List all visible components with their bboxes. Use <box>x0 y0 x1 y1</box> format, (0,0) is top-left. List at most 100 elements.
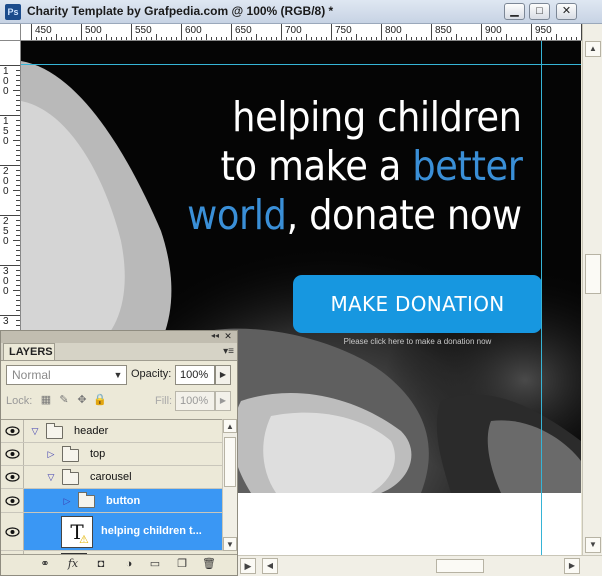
expand-triangle-icon[interactable]: ▽ <box>45 471 57 483</box>
scroll-down-button[interactable]: ▼ <box>223 537 237 551</box>
layers-footer-toolbar: ⚭ fx ◘ ◑ ▭ ❐ 🗑 <box>1 554 237 572</box>
visibility-toggle[interactable] <box>1 489 24 512</box>
scroll-up-button[interactable]: ▲ <box>585 41 601 57</box>
donation-subtext: Please click here to make a donation now <box>343 337 492 346</box>
scroll-left-button[interactable]: ◀ <box>262 558 278 574</box>
minimize-button[interactable]: ▁ <box>504 3 525 20</box>
headline-text: , donate now <box>286 191 523 239</box>
headline-accent-text: better <box>411 142 523 190</box>
visibility-toggle[interactable] <box>1 443 24 465</box>
fill-slider-button[interactable]: ▶ <box>215 391 231 411</box>
scroll-up-button[interactable]: ▲ <box>223 419 237 433</box>
adjustment-icon[interactable]: ◑ <box>121 557 137 571</box>
make-donation-button[interactable]: MAKE DONATION <box>293 275 542 333</box>
layer-row[interactable]: ▷ top <box>1 443 222 466</box>
opacity-slider-button[interactable]: ▶ <box>215 365 231 385</box>
vertical-ruler[interactable]: 100 150 200 250 300 3 <box>0 41 21 330</box>
ruler-label: 850 <box>435 25 452 36</box>
fx-icon[interactable]: fx <box>65 557 81 571</box>
ruler-label: 550 <box>135 25 152 36</box>
ruler-label: 950 <box>535 25 552 36</box>
lock-position-icon[interactable]: ✥ <box>75 393 89 407</box>
close-panel-button[interactable]: ✕ <box>222 331 234 342</box>
visibility-toggle[interactable] <box>1 420 24 442</box>
eye-icon <box>5 527 20 537</box>
ruler-label: 800 <box>385 25 402 36</box>
headline-text: to make a <box>220 142 412 190</box>
lock-transparency-icon[interactable]: ▦ <box>39 393 53 407</box>
ruler-label: 100 <box>3 66 9 97</box>
layer-list[interactable]: ▽ header ▷ top ▽ carousel ▷ button T ⚠ h… <box>1 419 222 557</box>
headline-accent-text: world <box>187 191 288 239</box>
blend-mode-value: Normal <box>12 368 51 382</box>
layer-list-scrollbar[interactable]: ▲ ▼ <box>222 419 237 551</box>
expand-triangle-icon[interactable]: ▽ <box>29 425 41 437</box>
collapse-panel-icon[interactable]: ◂◂ <box>211 331 219 340</box>
ruler-label: 650 <box>235 25 252 36</box>
headline-line-2: to make a better <box>220 142 522 190</box>
scroll-thumb[interactable] <box>436 559 484 573</box>
folder-icon[interactable]: ▭ <box>147 557 163 571</box>
layer-name: button <box>106 495 141 507</box>
folder-icon <box>46 423 63 439</box>
horizontal-ruler[interactable]: 450 500 550 600 650 700 750 800 850 900 … <box>21 24 583 41</box>
play-button[interactable]: ▶ <box>240 558 256 574</box>
layer-row[interactable]: ▽ carousel <box>1 466 222 489</box>
headline-line-3: world, donate now <box>187 191 523 239</box>
layer-name: header <box>74 425 109 437</box>
scroll-right-button[interactable]: ▶ <box>564 558 580 574</box>
layer-name: top <box>90 448 106 460</box>
horizontal-guide[interactable] <box>21 64 581 65</box>
ruler-origin[interactable] <box>0 24 21 41</box>
layers-panel: ◂◂ ✕ LAYERS ▾≡ Normal ▼ Opacity: 100% ▶ … <box>0 330 238 576</box>
panel-menu-icon[interactable]: ▾≡ <box>223 346 234 357</box>
document-title: Charity Template by Grafpedia.com @ 100%… <box>27 4 334 18</box>
scroll-thumb[interactable] <box>585 254 601 294</box>
fill-label: Fill: <box>155 395 173 407</box>
layer-name: carousel <box>90 471 132 483</box>
opacity-input[interactable]: 100% <box>175 365 215 385</box>
lock-pixels-icon[interactable]: ✎ <box>57 393 71 407</box>
trash-icon[interactable]: 🗑 <box>201 557 217 571</box>
ruler-label: 900 <box>485 25 502 36</box>
photoshop-app-icon: Ps <box>5 4 21 20</box>
tab-layers[interactable]: LAYERS <box>3 343 55 360</box>
layer-row-selected[interactable]: T ⚠ helping children t... <box>1 513 222 551</box>
chevron-down-icon: ▼ <box>113 370 123 380</box>
eye-icon <box>5 449 20 459</box>
horizontal-scrollbar[interactable]: ▶ ◀ ▶ <box>238 555 602 576</box>
folder-icon <box>62 469 79 485</box>
ruler-label: 3 <box>3 316 9 327</box>
layers-panel-body: Normal ▼ Opacity: 100% ▶ Lock: ▦ ✎ ✥ 🔒 F… <box>1 360 237 575</box>
title-bar: Ps Charity Template by Grafpedia.com @ 1… <box>0 0 602 24</box>
collapse-triangle-icon[interactable]: ▷ <box>45 448 57 460</box>
scroll-down-button[interactable]: ▼ <box>585 537 601 553</box>
headline-line-1: helping children <box>232 93 523 141</box>
lock-label: Lock: <box>6 395 33 407</box>
ruler-label: 600 <box>185 25 202 36</box>
layer-name: helping children t... <box>101 525 202 537</box>
mask-icon[interactable]: ◘ <box>93 557 109 571</box>
folder-icon <box>62 446 79 462</box>
maximize-button[interactable]: □ <box>529 3 550 20</box>
close-button[interactable]: ✕ <box>556 3 577 20</box>
vertical-guide[interactable] <box>541 41 542 555</box>
vertical-scrollbar[interactable]: ▲ ▼ <box>582 24 602 555</box>
photoshop-window: Ps Charity Template by Grafpedia.com @ 1… <box>0 0 602 576</box>
layer-row-selected[interactable]: ▷ button <box>1 489 222 513</box>
visibility-toggle[interactable] <box>1 513 24 550</box>
blend-mode-select[interactable]: Normal ▼ <box>6 365 127 385</box>
warning-icon: ⚠ <box>79 534 89 546</box>
fill-input[interactable]: 100% <box>175 391 215 411</box>
layer-row[interactable]: ▽ header <box>1 420 222 443</box>
ruler-label: 750 <box>335 25 352 36</box>
visibility-toggle[interactable] <box>1 466 24 488</box>
ruler-label: 500 <box>85 25 102 36</box>
lock-all-icon[interactable]: 🔒 <box>93 393 107 407</box>
scroll-thumb[interactable] <box>224 437 236 487</box>
link-icon[interactable]: ⚭ <box>37 557 53 571</box>
eye-icon <box>5 426 20 436</box>
collapse-triangle-icon[interactable]: ▷ <box>61 495 73 507</box>
ruler-label: 300 <box>3 266 9 297</box>
new-layer-icon[interactable]: ❐ <box>174 557 190 571</box>
